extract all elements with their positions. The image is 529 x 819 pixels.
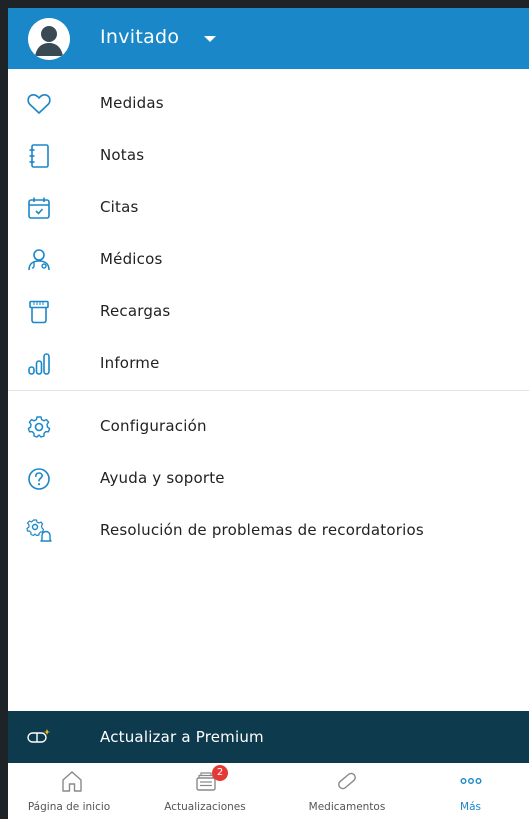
app-window: Invitado Medidas Notas Citas Médicos Rec… xyxy=(8,8,529,819)
nav-tab-mas[interactable]: Más xyxy=(412,763,529,819)
user-avatar-icon[interactable] xyxy=(28,18,70,60)
menu-item-citas[interactable]: Citas xyxy=(8,188,529,228)
menu-label-medidas: Medidas xyxy=(100,94,164,112)
nav-tab-actualizaciones[interactable]: 2 Actualizaciones xyxy=(144,763,266,819)
nav-tab-inicio[interactable]: Página de inicio xyxy=(8,763,130,819)
notebook-icon xyxy=(29,144,49,168)
nav-tab-medicamentos[interactable]: Medicamentos xyxy=(286,763,408,819)
user-name[interactable]: Invitado xyxy=(100,26,179,48)
menu-item-ayuda[interactable]: Ayuda y soporte xyxy=(8,459,529,499)
calendar-check-icon xyxy=(28,197,50,219)
nav-label-mas: Más xyxy=(460,801,481,813)
nav-label-actualizaciones: Actualizaciones xyxy=(164,801,246,813)
bottom-navigation: Página de inicio 2 Actualizaciones Medic… xyxy=(8,763,529,819)
upgrade-premium-label: Actualizar a Premium xyxy=(100,728,264,746)
menu-item-configuracion[interactable]: Configuración xyxy=(8,407,529,447)
menu-item-medidas[interactable]: Medidas xyxy=(8,84,529,124)
upgrade-premium-button[interactable]: Actualizar a Premium xyxy=(8,711,529,763)
premium-pill-icon xyxy=(27,729,51,743)
menu-item-informe[interactable]: Informe xyxy=(8,344,529,384)
home-icon xyxy=(62,771,82,792)
updates-badge: 2 xyxy=(212,765,228,781)
nav-label-medicamentos: Medicamentos xyxy=(308,801,386,813)
menu-item-medicos[interactable]: Médicos xyxy=(8,240,529,280)
menu-label-citas: Citas xyxy=(100,198,139,216)
menu-label-configuracion: Configuración xyxy=(100,417,207,435)
menu-item-recargas[interactable]: Recargas xyxy=(8,292,529,332)
menu-label-informe: Informe xyxy=(100,354,160,372)
drawer-header: Invitado xyxy=(8,8,529,69)
bar-chart-icon xyxy=(28,353,50,375)
menu-item-notas[interactable]: Notas xyxy=(8,136,529,176)
gear-bell-icon xyxy=(26,519,52,542)
more-icon xyxy=(460,777,482,784)
heart-icon xyxy=(27,93,51,114)
menu-divider xyxy=(8,390,529,391)
menu-label-ayuda: Ayuda y soporte xyxy=(100,469,225,487)
menu-label-medicos: Médicos xyxy=(100,250,163,268)
gear-icon xyxy=(27,416,51,438)
doctor-icon xyxy=(28,249,50,271)
caret-down-icon[interactable] xyxy=(204,36,216,42)
menu-label-resolucion-recordatorios: Resolución de problemas de recordatorios xyxy=(100,521,424,539)
pill-bottle-icon xyxy=(29,300,49,324)
menu-label-notas: Notas xyxy=(100,146,145,164)
pill-icon xyxy=(338,772,356,790)
nav-label-inicio: Página de inicio xyxy=(27,801,111,813)
menu-label-recargas: Recargas xyxy=(100,302,171,320)
help-icon xyxy=(28,468,50,490)
menu-item-resolucion-recordatorios[interactable]: Resolución de problemas de recordatorios xyxy=(8,511,529,551)
